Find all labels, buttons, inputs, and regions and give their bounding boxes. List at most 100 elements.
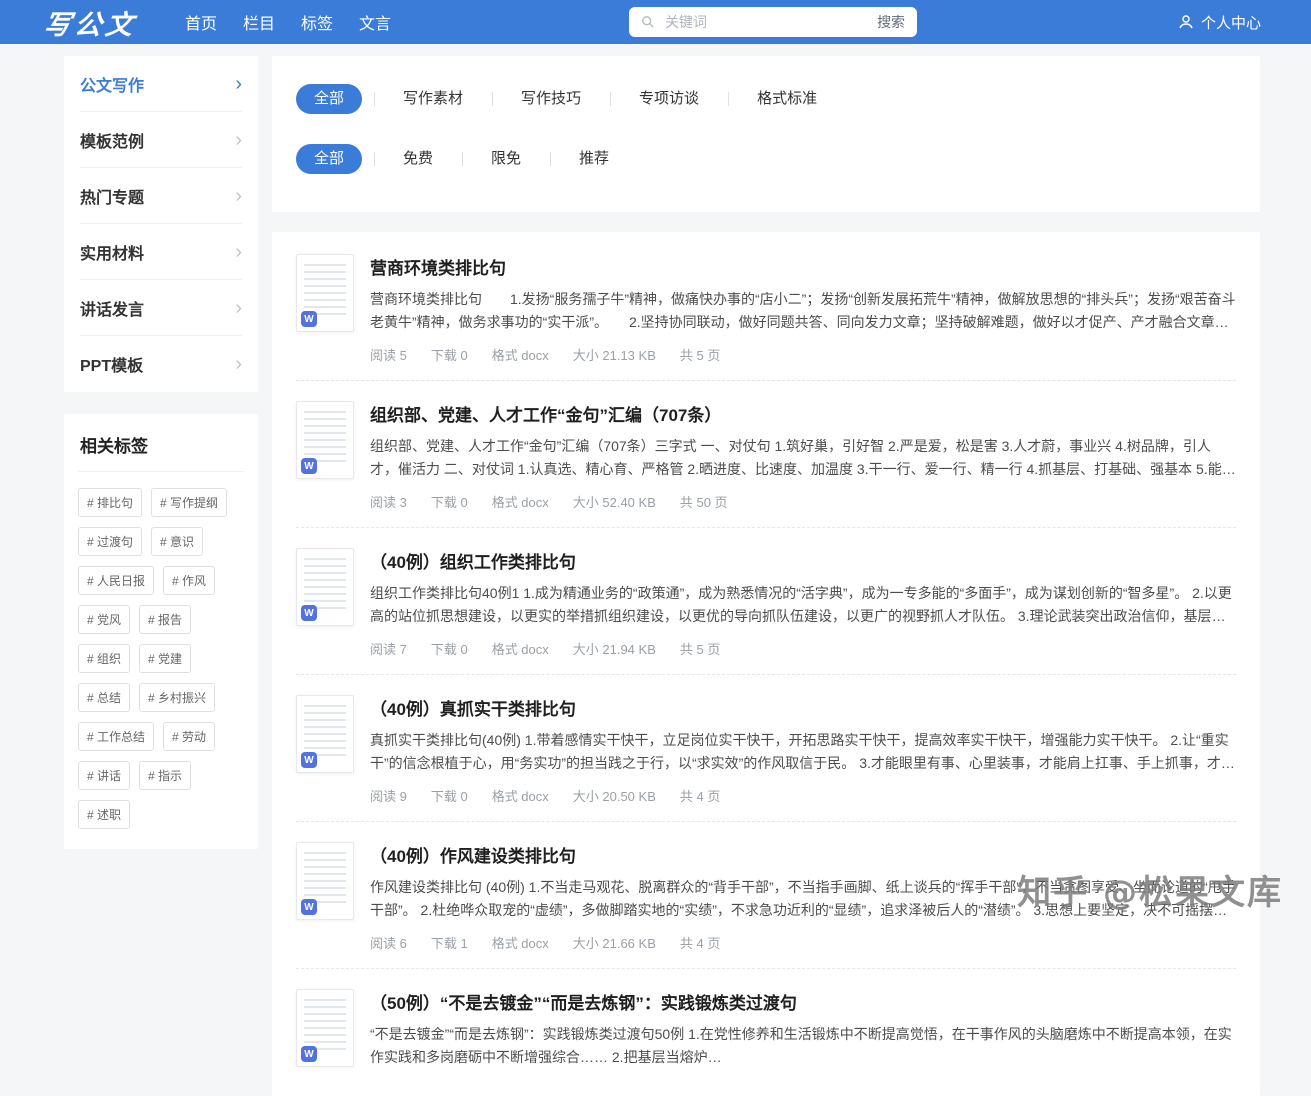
tag-chip[interactable]: # 党风	[78, 605, 130, 634]
meta-reads: 阅读 6	[370, 933, 407, 952]
tag-chip[interactable]: # 排比句	[78, 488, 142, 517]
article-body: （40例）作风建设类排比句 作风建设类排比句 (40例) 1.不当走马观花、脱离…	[370, 842, 1236, 952]
article-item[interactable]: W （40例）组织工作类排比句 组织工作类排比句40例1 1.成为精通业务的“政…	[296, 528, 1236, 675]
article-item[interactable]: W 组织部、党建、人才工作“金句”汇编（707条） 组织部、党建、人才工作“金句…	[296, 381, 1236, 528]
sidebar-category-item[interactable]: 公文写作 ›	[80, 56, 242, 112]
sidebar-category-item[interactable]: 热门专题 ›	[80, 168, 242, 224]
tag-chip[interactable]: # 讲话	[78, 761, 130, 790]
article-meta: 阅读 5 下载 0 格式 docx 大小 21.13 KB 共 5 页	[370, 345, 1236, 364]
tag-chip[interactable]: # 党建	[139, 644, 191, 673]
category-filter-tab[interactable]: 格式标准	[728, 84, 846, 114]
meta-downloads: 下载 0	[431, 786, 468, 805]
meta-pages: 共 4 页	[680, 786, 720, 805]
word-doc-icon: W	[301, 752, 317, 768]
article-title[interactable]: （50例）“不是去镀金”“而是去炼钢”：实践锻炼类过渡句	[370, 989, 1236, 1014]
meta-size: 大小 52.40 KB	[573, 492, 656, 511]
sidebar-category-item[interactable]: 模板范例 ›	[80, 112, 242, 168]
article-meta: 阅读 3 下载 0 格式 docx 大小 52.40 KB 共 50 页	[370, 492, 1236, 511]
category-label: 讲话发言	[80, 296, 144, 320]
article-excerpt: 营商环境类排比句 1.发扬“服务孺子牛”精神，做痛快办事的“店小二”；发扬“创新…	[370, 288, 1236, 334]
category-filter-row: 全部 写作素材 写作技巧 专项访谈 格式标准	[296, 84, 1236, 114]
meta-size: 大小 21.94 KB	[573, 639, 656, 658]
tag-chip[interactable]: # 过渡句	[78, 527, 142, 556]
article-title[interactable]: 组织部、党建、人才工作“金句”汇编（707条）	[370, 401, 1236, 426]
category-filter-tab[interactable]: 写作技巧	[492, 84, 610, 114]
tag-chip[interactable]: # 意识	[151, 527, 203, 556]
site-logo[interactable]: 写公文	[41, 3, 139, 42]
meta-reads: 阅读 5	[370, 345, 407, 364]
meta-downloads: 下载 0	[431, 639, 468, 658]
chevron-right-icon: ›	[235, 186, 242, 206]
type-filter-tab[interactable]: 推荐	[550, 144, 638, 174]
article-item[interactable]: W （50例）“不是去镀金”“而是去炼钢”：实践锻炼类过渡句 “不是去镀金”“而…	[296, 969, 1236, 1096]
category-menu: 公文写作 › 模板范例 › 热门专题 › 实用材料 ›	[64, 56, 258, 392]
article-title[interactable]: （40例）作风建设类排比句	[370, 842, 1236, 867]
article-item[interactable]: W （40例）作风建设类排比句 作风建设类排比句 (40例) 1.不当走马观花、…	[296, 822, 1236, 969]
tags-title: 相关标签	[78, 430, 244, 472]
category-filter-tab[interactable]: 全部	[296, 84, 362, 114]
type-filter-tab[interactable]: 免费	[374, 144, 462, 174]
sidebar-category-item[interactable]: 讲话发言 ›	[80, 280, 242, 336]
category-label: 模板范例	[80, 128, 144, 152]
meta-format: 格式 docx	[492, 786, 549, 805]
tag-chip[interactable]: # 述职	[78, 800, 130, 829]
meta-size: 大小 21.66 KB	[573, 933, 656, 952]
meta-pages: 共 4 页	[680, 933, 720, 952]
related-tags-card: 相关标签 # 排比句 # 写作提纲 # 过渡句 # 意识 # 人民日报 # 作风…	[64, 414, 258, 849]
type-filter-tab[interactable]: 全部	[296, 144, 362, 174]
tag-chip[interactable]: # 人民日报	[78, 566, 154, 595]
article-title[interactable]: 营商环境类排比句	[370, 254, 1236, 279]
meta-pages: 共 50 页	[680, 492, 728, 511]
document-thumbnail: W	[296, 989, 354, 1067]
filters-card: 全部 写作素材 写作技巧 专项访谈 格式标准 全部 免费 限免	[272, 56, 1260, 212]
category-label: 热门专题	[80, 184, 144, 208]
category-filter-tab[interactable]: 写作素材	[374, 84, 492, 114]
page-body: 公文写作 › 模板范例 › 热门专题 › 实用材料 ›	[0, 44, 1311, 1096]
tag-chip[interactable]: # 报告	[139, 605, 191, 634]
meta-size: 大小 20.50 KB	[573, 786, 656, 805]
tag-chip[interactable]: # 作风	[163, 566, 215, 595]
search-icon	[641, 15, 655, 29]
nav-link[interactable]: 标签	[301, 10, 333, 34]
tag-chip[interactable]: # 指示	[139, 761, 191, 790]
tag-chip[interactable]: # 工作总结	[78, 722, 154, 751]
article-item[interactable]: W （40例）真抓实干类排比句 真抓实干类排比句(40例) 1.带着感情实干快干…	[296, 675, 1236, 822]
meta-size: 大小 21.13 KB	[573, 345, 656, 364]
tag-chip[interactable]: # 劳动	[163, 722, 215, 751]
type-filter-tab[interactable]: 限免	[462, 144, 550, 174]
nav-link[interactable]: 文言	[359, 10, 391, 34]
chevron-right-icon: ›	[235, 74, 242, 94]
document-preview-lines	[304, 411, 346, 463]
document-preview-lines	[304, 999, 346, 1051]
nav-link[interactable]: 栏目	[243, 10, 275, 34]
sidebar-category-item[interactable]: PPT模板 ›	[80, 336, 242, 392]
article-list: W 营商环境类排比句 营商环境类排比句 1.发扬“服务孺子牛”精神，做痛快办事的…	[272, 232, 1260, 1096]
article-title[interactable]: （40例）组织工作类排比句	[370, 548, 1236, 573]
meta-reads: 阅读 9	[370, 786, 407, 805]
tag-chip[interactable]: # 写作提纲	[151, 488, 227, 517]
tag-chip[interactable]: # 组织	[78, 644, 130, 673]
meta-pages: 共 5 页	[680, 345, 720, 364]
meta-downloads: 下载 0	[431, 492, 468, 511]
nav-link[interactable]: 首页	[185, 10, 217, 34]
search-input[interactable]	[663, 13, 869, 31]
category-filter-tab[interactable]: 专项访谈	[610, 84, 728, 114]
article-item[interactable]: W 营商环境类排比句 营商环境类排比句 1.发扬“服务孺子牛”精神，做痛快办事的…	[296, 234, 1236, 381]
word-doc-icon: W	[301, 605, 317, 621]
sidebar: 公文写作 › 模板范例 › 热门专题 › 实用材料 ›	[64, 56, 258, 849]
tag-chip[interactable]: # 乡村振兴	[139, 683, 215, 712]
sidebar-category-item[interactable]: 实用材料 ›	[80, 224, 242, 280]
meta-format: 格式 docx	[492, 492, 549, 511]
article-excerpt: 组织部、党建、人才工作“金句”汇编（707条）三字式 一、对仗句 1.筑好巢，引…	[370, 435, 1236, 481]
meta-pages: 共 5 页	[680, 639, 720, 658]
document-thumbnail: W	[296, 401, 354, 479]
document-thumbnail: W	[296, 842, 354, 920]
search-button[interactable]: 搜索	[877, 12, 905, 32]
document-thumbnail: W	[296, 254, 354, 332]
document-preview-lines	[304, 705, 346, 757]
article-title[interactable]: （40例）真抓实干类排比句	[370, 695, 1236, 720]
document-thumbnail: W	[296, 695, 354, 773]
tag-chip[interactable]: # 总结	[78, 683, 130, 712]
user-center-link[interactable]: 个人中心	[1178, 12, 1261, 33]
article-meta: 阅读 6 下载 1 格式 docx 大小 21.66 KB 共 4 页	[370, 933, 1236, 952]
